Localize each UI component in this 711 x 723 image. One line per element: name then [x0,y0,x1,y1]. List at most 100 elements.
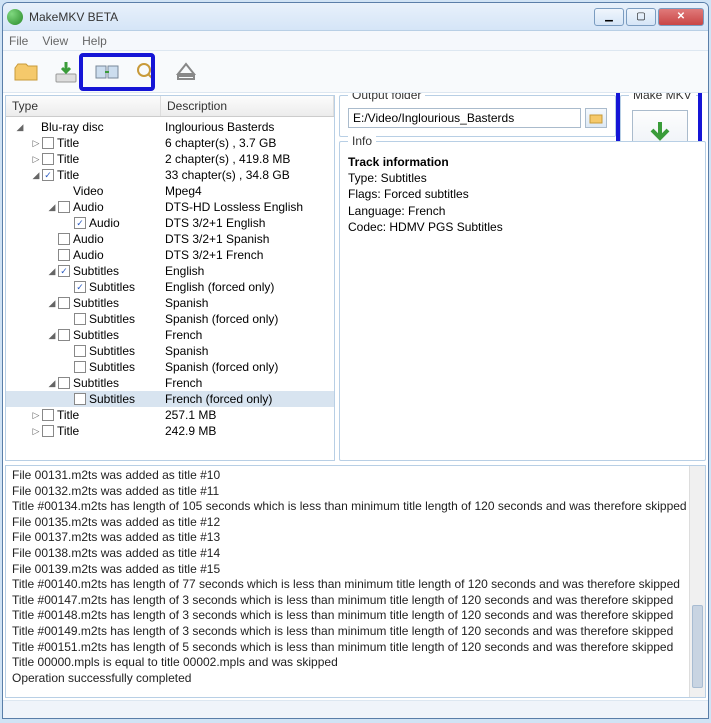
stream-button[interactable] [89,55,123,89]
output-folder-group: Output folder [339,95,616,137]
tree-checkbox[interactable] [42,153,54,165]
search-button[interactable] [129,55,163,89]
menu-file[interactable]: File [9,34,28,48]
tree-row[interactable]: AudioDTS 3/2+1 Spanish [6,231,334,247]
log-scrollbar[interactable] [689,466,705,697]
tree-row[interactable]: ◢SubtitlesSpanish [6,295,334,311]
open-disc-button[interactable] [49,55,83,89]
log-line: Title #00151.m2ts has length of 5 second… [12,640,699,656]
tree-checkbox[interactable] [74,217,86,229]
tree-row[interactable]: ▷Title257.1 MB [6,407,334,423]
tree-item-description: French [161,328,334,342]
search-icon [132,58,160,86]
expander-icon[interactable]: ▷ [30,153,42,165]
tree-checkbox[interactable] [58,249,70,261]
expander-icon[interactable]: ▷ [30,137,42,149]
menu-help[interactable]: Help [82,34,107,48]
tree-item-description: Spanish (forced only) [161,312,334,326]
eject-button[interactable] [169,55,203,89]
expander-icon[interactable]: ▷ [30,425,42,437]
tree-item-description: English [161,264,334,278]
tree-item-label: Subtitles [89,344,161,358]
tree-item-description: French (forced only) [161,392,334,406]
tree-item-description: Spanish [161,296,334,310]
tree-row[interactable]: ▷Title242.9 MB [6,423,334,439]
log-line: File 00132.m2ts was added as title #11 [12,484,699,500]
tree-item-description: 33 chapter(s) , 34.8 GB [161,168,334,182]
tree-checkbox[interactable] [42,169,54,181]
tree-checkbox[interactable] [58,377,70,389]
tree-row[interactable]: SubtitlesSpanish [6,343,334,359]
menu-view[interactable]: View [42,34,68,48]
output-folder-input[interactable] [348,108,581,128]
tree-row[interactable]: AudioDTS 3/2+1 French [6,247,334,263]
tree-row[interactable]: SubtitlesFrench (forced only) [6,391,334,407]
eject-icon [172,58,200,86]
expander-icon[interactable]: ◢ [30,169,42,181]
tree-header-type[interactable]: Type [6,96,161,116]
window-title: MakeMKV BETA [29,10,594,24]
expander-icon[interactable]: ◢ [46,297,58,309]
tree-checkbox[interactable] [58,233,70,245]
tree-checkbox[interactable] [74,313,86,325]
tree-item-description: DTS 3/2+1 French [161,248,334,262]
tree-checkbox[interactable] [74,393,86,405]
tree-item-label: Blu-ray disc [41,120,161,134]
maximize-button[interactable] [626,8,656,26]
log-line: File 00139.m2ts was added as title #15 [12,562,699,578]
open-file-button[interactable] [9,55,43,89]
tree-checkbox[interactable] [58,265,70,277]
tree-checkbox[interactable] [42,137,54,149]
tree-row[interactable]: SubtitlesEnglish (forced only) [6,279,334,295]
right-panel: Output folder Make MKV [339,95,706,461]
info-line: Language: French [348,203,697,219]
tree-item-label: Title [57,424,161,438]
tree-row[interactable]: ◢SubtitlesEnglish [6,263,334,279]
tree-row[interactable]: ◢AudioDTS-HD Lossless English [6,199,334,215]
toolbar [3,51,708,93]
log-line: Title #00147.m2ts has length of 3 second… [12,593,699,609]
output-folder-label: Output folder [348,93,425,102]
tree-row[interactable]: ▷Title6 chapter(s) , 3.7 GB [6,135,334,151]
tree-checkbox[interactable] [74,281,86,293]
tree-checkbox[interactable] [74,361,86,373]
info-body: Track information Type: SubtitlesFlags: … [348,154,697,235]
tree-row[interactable]: SubtitlesSpanish (forced only) [6,359,334,375]
title-tree[interactable]: ◢Blu-ray discInglourious Basterds▷Title6… [6,117,334,460]
tree-checkbox[interactable] [58,297,70,309]
expander-icon[interactable]: ◢ [46,377,58,389]
tree-row[interactable]: ◢Title33 chapter(s) , 34.8 GB [6,167,334,183]
expander-icon[interactable]: ◢ [46,201,58,213]
tree-row[interactable]: SubtitlesSpanish (forced only) [6,311,334,327]
log-scrollbar-thumb[interactable] [692,605,703,688]
expander-icon[interactable]: ▷ [30,409,42,421]
browse-folder-button[interactable] [585,108,607,128]
log-panel[interactable]: File 00131.m2ts was added as title #10Fi… [5,465,706,698]
tree-row[interactable]: AudioDTS 3/2+1 English [6,215,334,231]
tree-item-description: DTS 3/2+1 English [161,216,334,230]
minimize-button[interactable] [594,8,624,26]
tree-row[interactable]: VideoMpeg4 [6,183,334,199]
expander-icon[interactable]: ◢ [46,329,58,341]
tree-checkbox[interactable] [58,329,70,341]
info-header: Track information [348,154,697,170]
tree-item-label: Title [57,136,161,150]
tree-checkbox[interactable] [58,201,70,213]
disc-to-hdd-icon [52,58,80,86]
tree-header-description[interactable]: Description [161,96,334,116]
tree-checkbox[interactable] [42,425,54,437]
close-button[interactable] [658,8,704,26]
info-group: Info Track information Type: SubtitlesFl… [339,141,706,461]
tree-row[interactable]: ◢SubtitlesFrench [6,375,334,391]
log-line: File 00137.m2ts was added as title #13 [12,530,699,546]
tree-item-description: Mpeg4 [161,184,334,198]
tree-checkbox[interactable] [74,345,86,357]
log-line: File 00131.m2ts was added as title #10 [12,468,699,484]
titlebar[interactable]: MakeMKV BETA [3,3,708,31]
tree-checkbox[interactable] [42,409,54,421]
tree-row[interactable]: ◢Blu-ray discInglourious Basterds [6,119,334,135]
expander-icon[interactable]: ◢ [14,121,26,133]
tree-row[interactable]: ▷Title2 chapter(s) , 419.8 MB [6,151,334,167]
expander-icon[interactable]: ◢ [46,265,58,277]
tree-row[interactable]: ◢SubtitlesFrench [6,327,334,343]
